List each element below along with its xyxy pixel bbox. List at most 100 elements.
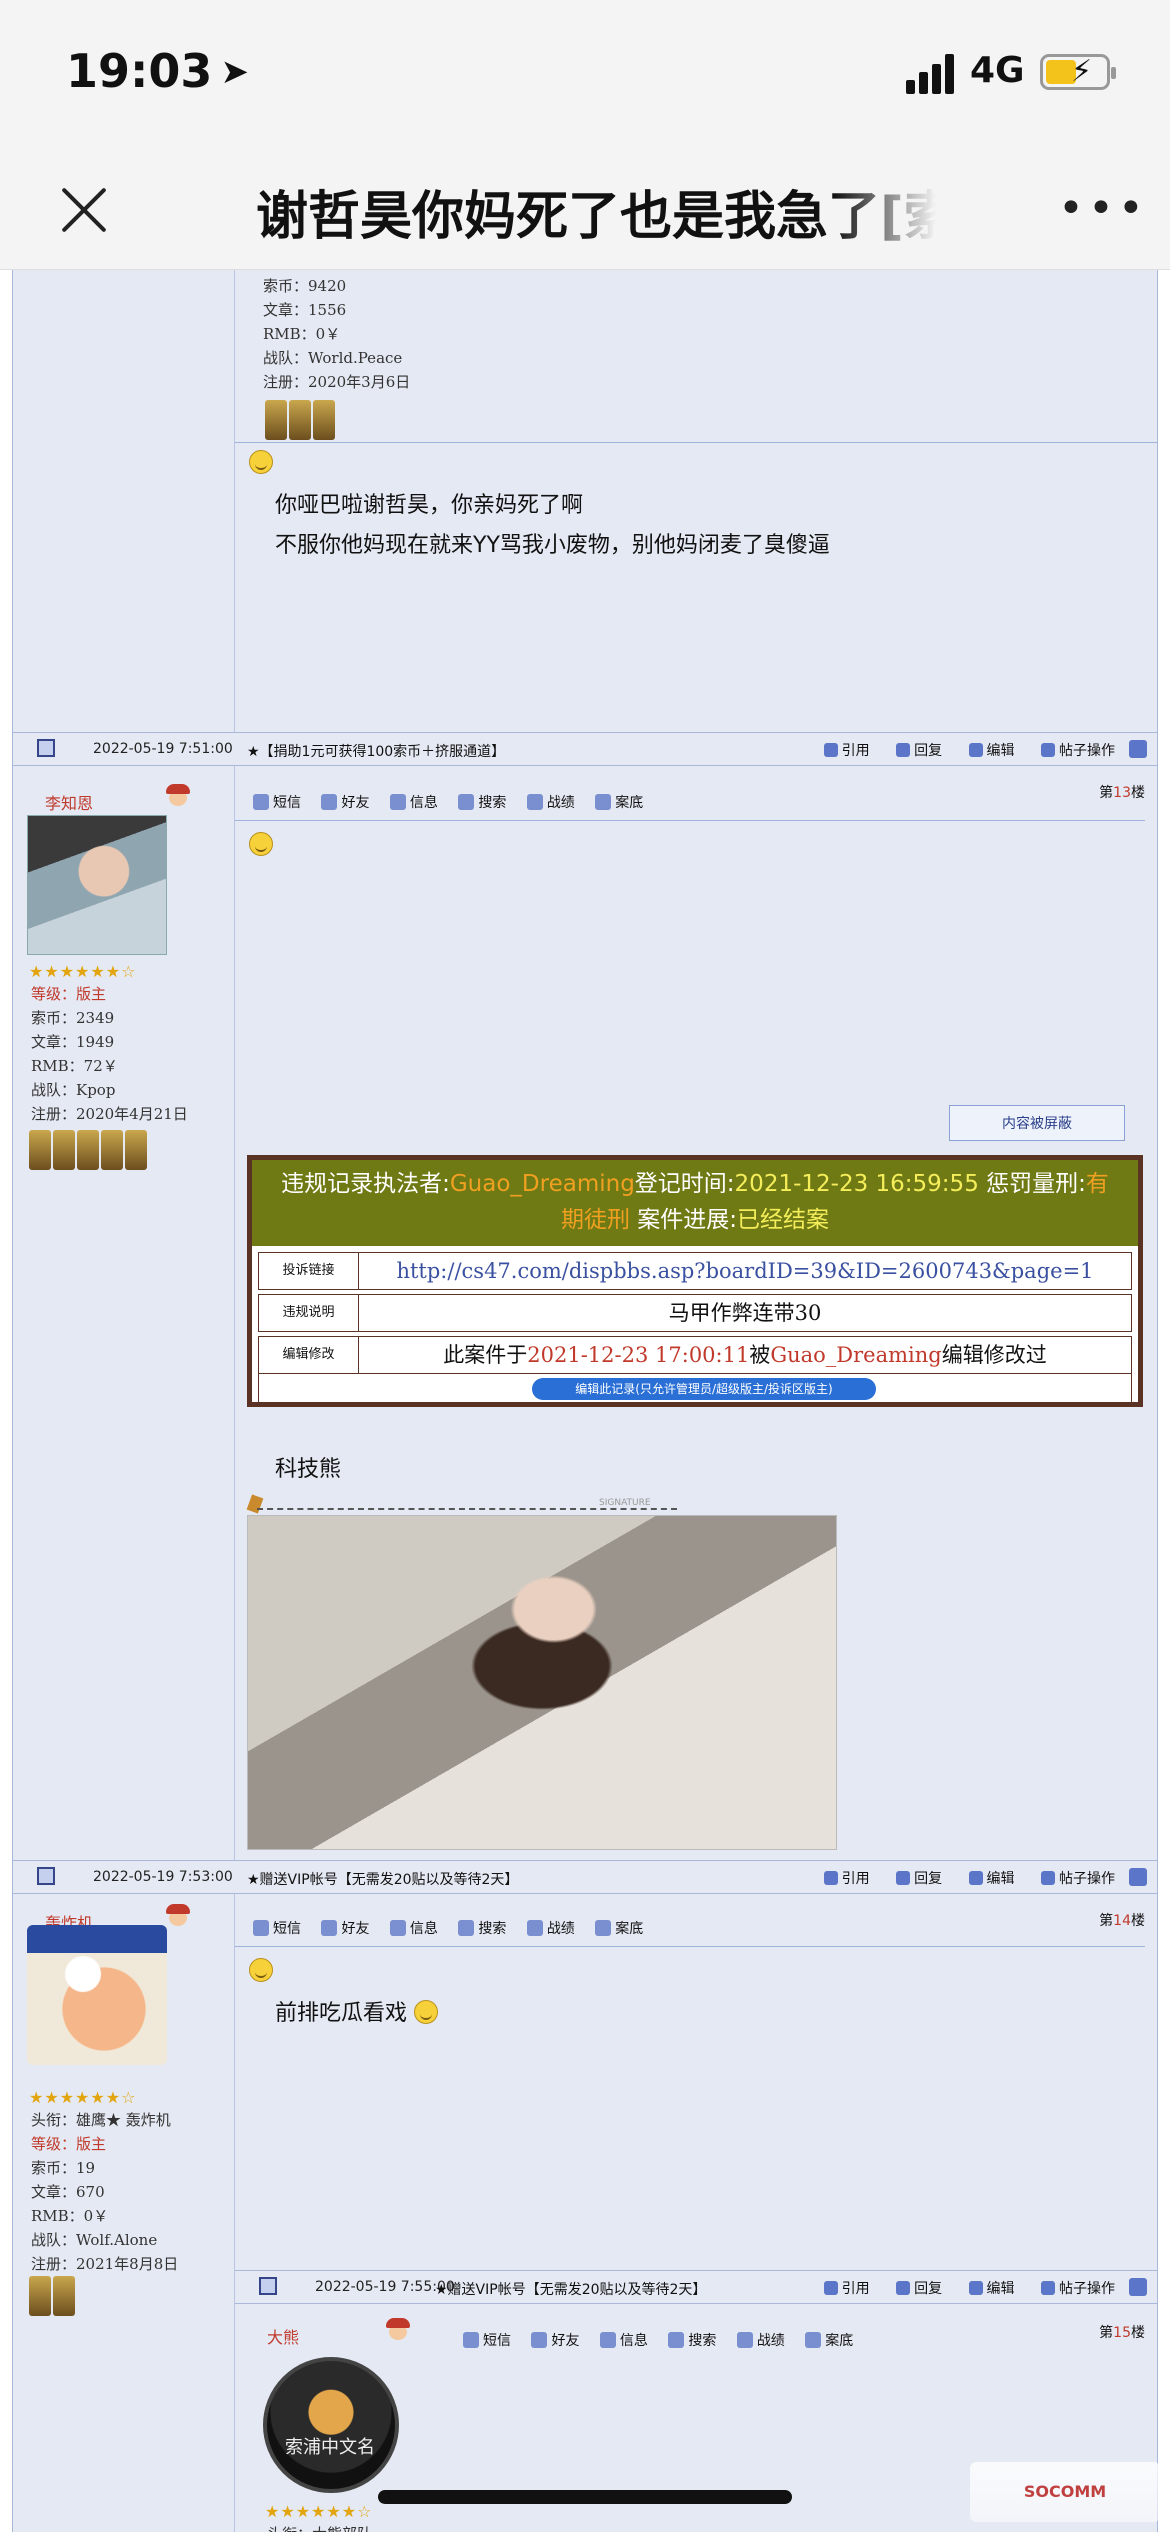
search-button[interactable]: 搜索	[458, 1920, 506, 1937]
complaint-link-row: 投诉链接 http://cs47.com/dispbbs.asp?boardID…	[258, 1252, 1132, 1290]
team: 战队：Wolf.Alone	[31, 2231, 158, 2249]
register-date: 注册：2020年3月6日	[263, 373, 411, 391]
divider	[235, 820, 1145, 821]
avatar[interactable]: 索浦中文名	[263, 2357, 399, 2493]
medal-badges	[29, 1130, 149, 1172]
rank-stars: ★★★★★★☆	[265, 2502, 373, 2521]
post-ops-button[interactable]: 帖子操作	[1041, 1871, 1115, 1887]
reply-button[interactable]: 回复	[896, 743, 942, 759]
post-bar: 2022-05-19 7:51:00 ★【捐助1元可获得100索币＋挤服通道】 …	[13, 732, 1157, 766]
case-button[interactable]: 案底	[595, 1920, 643, 1937]
reply-button[interactable]: 回复	[896, 1871, 942, 1887]
more-icon[interactable]: •••	[1058, 187, 1148, 231]
smiley-icon	[249, 1958, 273, 1982]
edit-record-button[interactable]: 编辑此记录(只允许管理员/超级版主/投诉区版主)	[532, 1378, 876, 1400]
post-date: 2022-05-19 7:51:00	[93, 741, 233, 757]
post-bar: 2022-05-19 7:55:00 ★赠送VIP帐号【无需发20贴以及等待2天…	[235, 2270, 1157, 2304]
ad-link[interactable]: ★赠送VIP帐号【无需发20贴以及等待2天】	[247, 1869, 518, 1889]
post-ops-button[interactable]: 帖子操作	[1041, 743, 1115, 759]
edit-button[interactable]: 编辑	[968, 2281, 1015, 2297]
rank-stars: ★★★★★★☆	[29, 2088, 137, 2107]
friend-button[interactable]: 好友	[321, 1920, 369, 1937]
avatar[interactable]	[27, 815, 167, 955]
case-button[interactable]: 案底	[595, 794, 643, 811]
rank-stars: ★★★★★★☆	[29, 962, 137, 981]
message-button[interactable]: 短信	[253, 794, 301, 811]
articles: 文章：1556	[263, 301, 347, 319]
pencil-icon	[246, 1494, 264, 1514]
level: 等级：版主	[31, 2135, 107, 2153]
reply-button[interactable]: 回复	[896, 2281, 942, 2297]
watermark-logo: SOCOMM	[970, 2462, 1160, 2522]
record-button[interactable]: 战绩	[736, 2332, 785, 2349]
user-toolbar: 短信 好友 信息 搜索 战绩 案底	[463, 2330, 869, 2350]
coins: 索币：9420	[263, 277, 347, 295]
info-button[interactable]: 信息	[599, 2332, 648, 2349]
user-title: 头衔：大熊部队	[267, 2522, 372, 2532]
divider	[235, 442, 1157, 443]
signature-divider	[257, 1508, 677, 1510]
friend-button[interactable]: 好友	[531, 2332, 579, 2349]
info-button[interactable]: 信息	[389, 1920, 438, 1937]
rmb: RMB：0￥	[263, 325, 341, 343]
post12-content: 你哑巴啦谢哲昊，你亲妈死了啊 不服你他妈现在就来YY骂我小废物，别他妈闭麦了臭傻…	[275, 486, 830, 566]
forum-thread: 索币：9420 文章：1556 RMB：0￥ 战队：World.Peace 注册…	[12, 270, 1158, 2532]
status-bar: 19:03 ➤ 4G ⚡	[0, 0, 1170, 150]
quote-button[interactable]: 引用	[823, 743, 870, 759]
record-button[interactable]: 战绩	[526, 1920, 575, 1937]
user-toolbar: 短信 好友 信息 搜索 战绩 案底	[253, 1918, 659, 1938]
post14-content: 前排吃瓜看戏	[275, 1994, 439, 2034]
post14-user-stats: 头衔：雄鹰★ 轰炸机 等级：版主 索币：19 文章：670 RMB：0￥ 战队：…	[31, 2108, 178, 2276]
rmb: RMB：0￥	[31, 2207, 109, 2225]
articles: 文章：670	[31, 2183, 105, 2201]
coins: 索币：2349	[31, 1009, 115, 1027]
top-icon[interactable]	[1129, 2278, 1147, 2296]
smiley-icon	[249, 450, 273, 474]
message-button[interactable]: 短信	[253, 1920, 301, 1937]
post-line: 你哑巴啦谢哲昊，你亲妈死了啊	[275, 493, 584, 518]
network-type: 4G	[970, 50, 1025, 91]
battery-icon: ⚡	[1040, 54, 1116, 90]
computer-icon	[37, 739, 55, 757]
ad-link[interactable]: ★【捐助1元可获得100索币＋挤服通道】	[247, 741, 505, 761]
record-button[interactable]: 战绩	[526, 794, 575, 811]
post-date: 2022-05-19 7:55:00	[315, 2279, 455, 2295]
post12-user-stats: 索币：9420 文章：1556 RMB：0￥ 战队：World.Peace 注册…	[263, 274, 410, 394]
violation-record: 违规记录执法者:Guao_Dreaming登记时间:2021-12-23 16:…	[247, 1155, 1143, 1407]
post-actions: 引用 回复 编辑 帖子操作	[802, 2278, 1115, 2298]
violation-reason-row: 违规说明 马甲作弊连带30	[258, 1294, 1132, 1332]
search-button[interactable]: 搜索	[668, 2332, 716, 2349]
top-icon[interactable]	[1129, 740, 1147, 758]
divider	[235, 1946, 1145, 1947]
username[interactable]: 李知恩	[45, 790, 93, 814]
page-title: 谢哲昊你妈死了也是我急了[索	[256, 187, 936, 244]
floor-number: 第15楼	[1099, 2325, 1145, 2341]
post13-sign: 科技熊	[275, 1457, 342, 1482]
search-button[interactable]: 搜索	[458, 794, 506, 811]
home-indicator[interactable]	[378, 2490, 792, 2504]
message-button[interactable]: 短信	[463, 2332, 511, 2349]
team: 战队：Kpop	[31, 1081, 116, 1099]
edit-button[interactable]: 编辑	[968, 743, 1015, 759]
avatar[interactable]	[27, 1925, 167, 2065]
username[interactable]: 大熊	[267, 2324, 299, 2348]
nav-bar: 谢哲昊你妈死了也是我急了[索 •••	[0, 150, 1170, 270]
info-button[interactable]: 信息	[389, 794, 438, 811]
violation-header: 违规记录执法者:Guao_Dreaming登记时间:2021-12-23 16:…	[252, 1160, 1138, 1246]
register-date: 注册：2020年4月21日	[31, 1105, 188, 1123]
post13-user-stats: 等级：版主 索币：2349 文章：1949 RMB：72￥ 战队：Kpop 注册…	[31, 982, 188, 1126]
top-icon[interactable]	[1129, 1868, 1147, 1886]
edit-button[interactable]: 编辑	[968, 1871, 1015, 1887]
close-icon[interactable]	[54, 180, 114, 240]
medal-badges	[265, 400, 337, 442]
post-ops-button[interactable]: 帖子操作	[1041, 2281, 1115, 2297]
quote-button[interactable]: 引用	[823, 1871, 870, 1887]
ad-link[interactable]: ★赠送VIP帐号【无需发20贴以及等待2天】	[435, 2279, 706, 2299]
computer-icon	[37, 1867, 55, 1885]
quote-button[interactable]: 引用	[823, 2281, 870, 2297]
complaint-link[interactable]: http://cs47.com/dispbbs.asp?boardID=39&I…	[396, 1259, 1093, 1283]
case-button[interactable]: 案底	[805, 2332, 853, 2349]
friend-button[interactable]: 好友	[321, 794, 369, 811]
location-arrow-icon: ➤	[220, 52, 249, 92]
coins: 索币：19	[31, 2159, 96, 2177]
